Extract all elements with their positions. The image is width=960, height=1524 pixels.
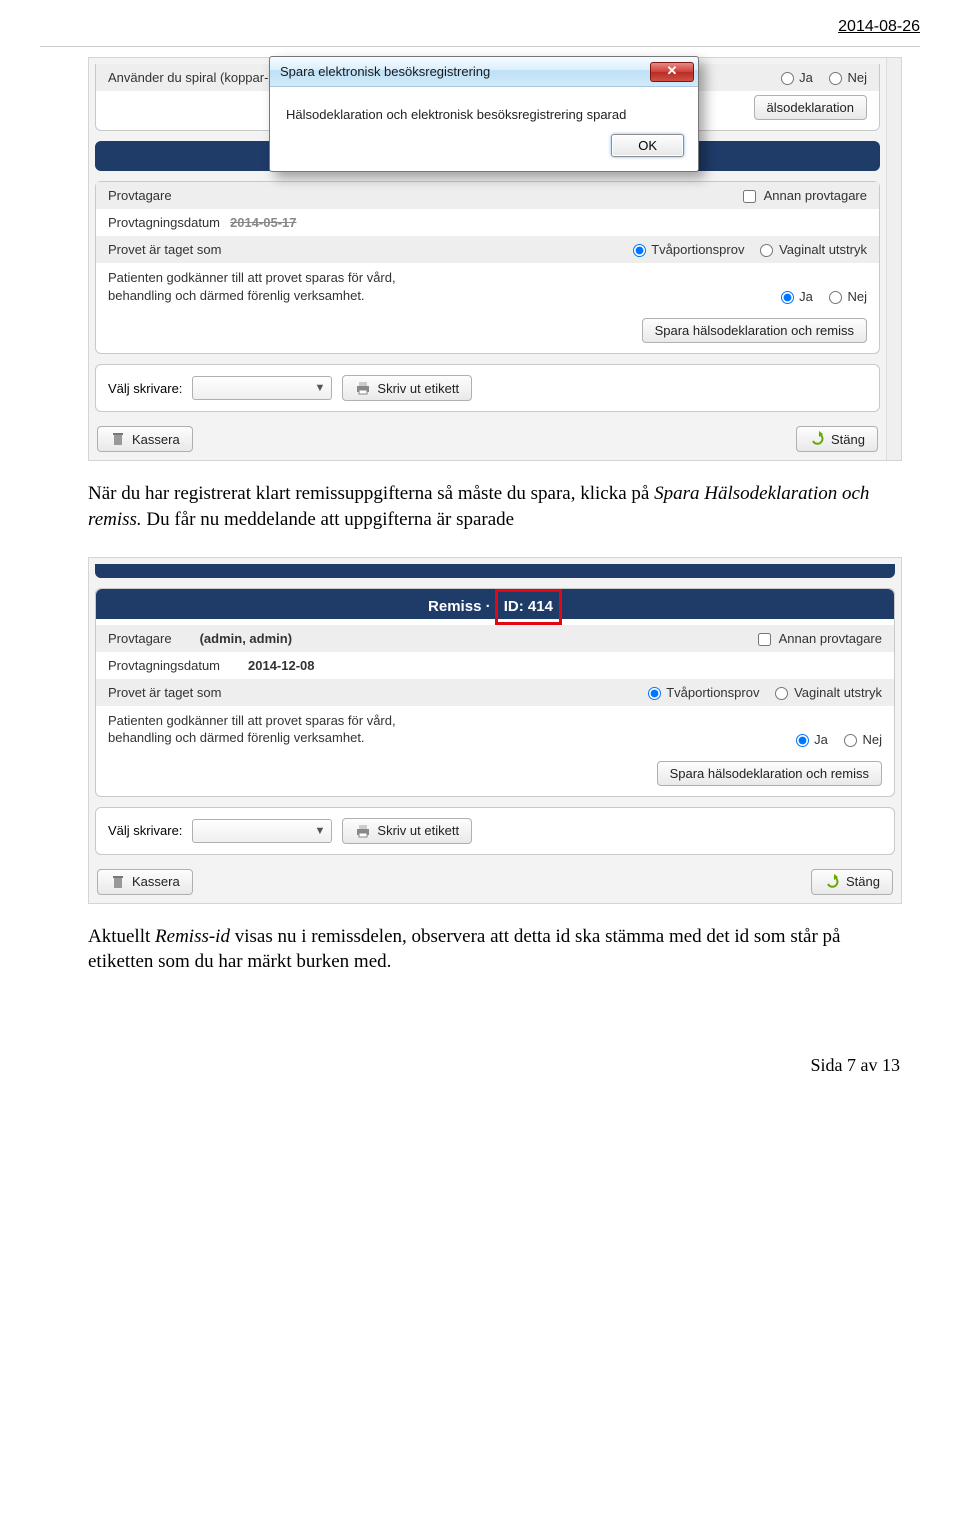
tva-label-2: Tvåportionsprov <box>666 685 759 700</box>
save-button[interactable]: Spara hälsodeklaration och remiss <box>642 318 867 343</box>
save-dialog: Spara elektronisk besöksregistrering ✕ H… <box>269 56 699 172</box>
remiss-header: Remiss · ID: 414 <box>96 589 894 619</box>
dialog-close-button[interactable]: ✕ <box>650 62 694 82</box>
nej-label: Nej <box>847 289 867 304</box>
close-label: Stäng <box>831 432 865 447</box>
kassera-label-2: Kassera <box>132 874 180 889</box>
scrollbar[interactable] <box>886 58 901 460</box>
taget-label: Provet är taget som <box>108 242 221 257</box>
provtagare-row: Provtagare Annan provtagare <box>96 182 879 209</box>
vag-label: Vaginalt utstryk <box>779 242 867 257</box>
screenshot-1: Använder du spiral (koppar-, hormonspira… <box>88 57 902 461</box>
remiss-panel: Provtagare Annan provtagare Provtagnings… <box>95 181 880 354</box>
annan-label-2: Annan provtagare <box>779 631 882 646</box>
nej-label-2: Nej <box>862 732 882 747</box>
dialog-titlebar[interactable]: Spara elektronisk besöksregistrering ✕ <box>270 57 698 87</box>
paragraph-1: När du har registrerat klart remissuppgi… <box>88 481 888 532</box>
radio-ja[interactable]: Ja <box>771 70 813 85</box>
vag-label-2: Vaginalt utstryk <box>794 685 882 700</box>
date-label: Provtagningsdatum <box>108 215 220 230</box>
print-button-2[interactable]: Skriv ut etikett <box>342 818 472 844</box>
kassera-label: Kassera <box>132 432 180 447</box>
tva-label: Tvåportionsprov <box>651 242 744 257</box>
close-label-2: Stäng <box>846 874 880 889</box>
return-icon <box>824 874 840 890</box>
p2-a: Aktuellt <box>88 926 155 947</box>
taget-row: Provet är taget som Tvåportionsprov Vagi… <box>96 236 879 263</box>
date-label-2: Provtagningsdatum <box>108 658 220 673</box>
screenshot-2: Remiss · ID: 414 Provtagare (admin, admi… <box>88 557 902 904</box>
annan-checkbox[interactable]: Annan provtagare <box>743 188 867 203</box>
remiss-panel-2: Remiss · ID: 414 Provtagare (admin, admi… <box>95 588 895 797</box>
consent-ja-2[interactable]: Ja <box>786 732 828 747</box>
ja-label: Ja <box>799 289 813 304</box>
date-value: 2014-05-17 <box>230 215 297 230</box>
return-icon <box>809 431 825 447</box>
button-label: älsodeklaration <box>767 100 854 115</box>
page-footer: Sida 7 av 13 <box>0 1045 960 1106</box>
radio-vaginalt[interactable]: Vaginalt utstryk <box>750 242 867 257</box>
kassera-button[interactable]: Kassera <box>97 426 193 452</box>
remiss-id-highlight: ID: 414 <box>495 589 562 625</box>
printer-panel-2: Välj skrivare: ▼ Skriv ut etikett <box>95 807 895 855</box>
print-label: Skriv ut etikett <box>377 381 459 396</box>
consent-nej-2[interactable]: Nej <box>834 732 882 747</box>
dialog-title: Spara elektronisk besöksregistrering <box>280 64 490 79</box>
consent-text: Patienten godkänner till att provet spar… <box>108 269 438 304</box>
save-label-2: Spara hälsodeklaration och remiss <box>670 766 869 781</box>
label-nej: Nej <box>847 70 867 85</box>
consent-ja[interactable]: Ja <box>771 289 813 304</box>
bottom-row-2: Kassera Stäng <box>95 865 895 897</box>
radio-tvaportion[interactable]: Tvåportionsprov <box>623 242 745 257</box>
dialog-message: Hälsodeklaration och elektronisk besöksr… <box>270 87 698 134</box>
printer-label: Välj skrivare: <box>108 381 182 396</box>
halsodeklaration-button[interactable]: älsodeklaration <box>754 95 867 120</box>
p1-part-a: När du har registrerat klart remissuppgi… <box>88 483 654 504</box>
consent-nej[interactable]: Nej <box>819 289 867 304</box>
provtagare-row-2: Provtagare (admin, admin) Annan provtaga… <box>96 625 894 652</box>
bottom-row: Kassera Stäng <box>95 422 880 454</box>
printer-icon <box>355 823 371 839</box>
taget-row-2: Provet är taget som Tvåportionsprov Vagi… <box>96 679 894 706</box>
annan-checkbox-2[interactable]: Annan provtagare <box>758 631 882 646</box>
printer-select[interactable]: ▼ <box>192 376 332 400</box>
printer-select-2[interactable]: ▼ <box>192 819 332 843</box>
annan-label: Annan provtagare <box>764 188 867 203</box>
header-prefix: Remiss · <box>428 598 495 615</box>
dialog-ok-button[interactable]: OK <box>611 134 684 157</box>
printer-panel: Välj skrivare: ▼ Skriv ut etikett <box>95 364 880 412</box>
paragraph-2: Aktuellt Remiss-id visas nu i remissdele… <box>88 924 888 975</box>
close-button[interactable]: Stäng <box>796 426 878 452</box>
provtagare-label: Provtagare <box>108 188 172 203</box>
date-value-2: 2014-12-08 <box>248 658 315 673</box>
consent-row: Patienten godkänner till att provet spar… <box>96 263 879 314</box>
consent-row-2: Patienten godkänner till att provet spar… <box>96 706 894 757</box>
p2-b: Remiss-id <box>155 926 230 947</box>
label-ja: Ja <box>799 70 813 85</box>
trash-icon <box>110 431 126 447</box>
radio-nej[interactable]: Nej <box>819 70 867 85</box>
taget-label-2: Provet är taget som <box>108 685 221 700</box>
printer-label-2: Välj skrivare: <box>108 823 182 838</box>
print-label-2: Skriv ut etikett <box>377 823 459 838</box>
radio-tvaportion-2[interactable]: Tvåportionsprov <box>638 685 760 700</box>
section-bar-top <box>95 564 895 578</box>
p1-part-c: Du får nu meddelande att uppgifterna är … <box>142 509 514 530</box>
provtagare-value: (admin, admin) <box>200 631 292 646</box>
printer-icon <box>355 380 371 396</box>
consent-text-2: Patienten godkänner till att provet spar… <box>108 712 438 747</box>
save-button-2[interactable]: Spara hälsodeklaration och remiss <box>657 761 882 786</box>
ja-label-2: Ja <box>814 732 828 747</box>
close-button-2[interactable]: Stäng <box>811 869 893 895</box>
kassera-button-2[interactable]: Kassera <box>97 869 193 895</box>
radio-vaginalt-2[interactable]: Vaginalt utstryk <box>765 685 882 700</box>
date-row: Provtagningsdatum 2014-05-17 <box>96 209 879 236</box>
page-divider <box>40 46 920 47</box>
date-row-2: Provtagningsdatum 2014-12-08 <box>96 652 894 679</box>
provtagare-label-2: Provtagare <box>108 631 172 646</box>
save-label: Spara hälsodeklaration och remiss <box>655 323 854 338</box>
trash-icon <box>110 874 126 890</box>
print-button[interactable]: Skriv ut etikett <box>342 375 472 401</box>
page-date: 2014-08-26 <box>0 0 960 46</box>
